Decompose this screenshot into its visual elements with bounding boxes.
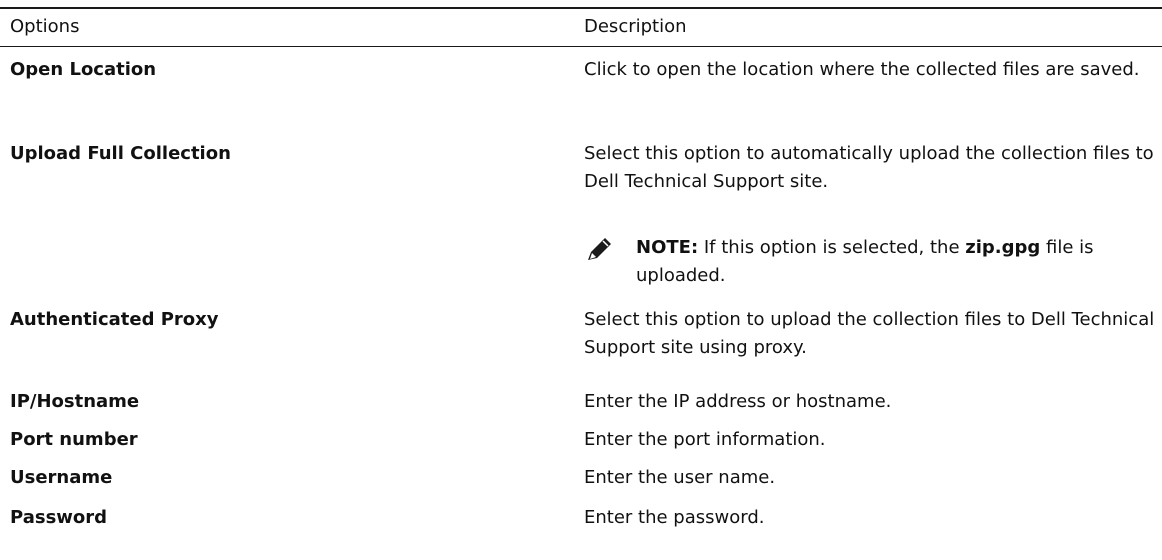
description-upload-full-collection: Select this option to automatically uplo… (584, 143, 1154, 192)
header-description: Description (584, 16, 687, 37)
description-username: Enter the user name. (584, 467, 776, 488)
description-authenticated-proxy: Select this option to upload the collect… (584, 309, 1155, 358)
option-authenticated-proxy: Authenticated Proxy (10, 309, 219, 330)
option-password: Password (10, 507, 108, 528)
description-ip-hostname: Enter the IP address or hostname. (584, 391, 892, 412)
note-block: NOTE: If this option is selected, the zi… (584, 234, 1159, 290)
pencil-icon (584, 236, 618, 264)
note-text: NOTE: If this option is selected, the zi… (636, 234, 1156, 290)
note-filename: zip.gpg (965, 237, 1041, 258)
description-password: Enter the password. (584, 507, 765, 528)
header-options: Options (10, 16, 80, 37)
option-upload-full-collection: Upload Full Collection (10, 143, 231, 164)
note-text-before: If this option is selected, the (703, 237, 960, 258)
table-header-rule (0, 46, 1162, 47)
description-port-number: Enter the port information. (584, 429, 826, 450)
note-label: NOTE: (636, 237, 699, 258)
table-top-rule (0, 7, 1162, 9)
option-ip-hostname: IP/Hostname (10, 391, 140, 412)
option-username: Username (10, 467, 113, 488)
description-open-location: Click to open the location where the col… (584, 59, 1140, 80)
option-port-number: Port number (10, 429, 138, 450)
option-open-location: Open Location (10, 59, 157, 80)
